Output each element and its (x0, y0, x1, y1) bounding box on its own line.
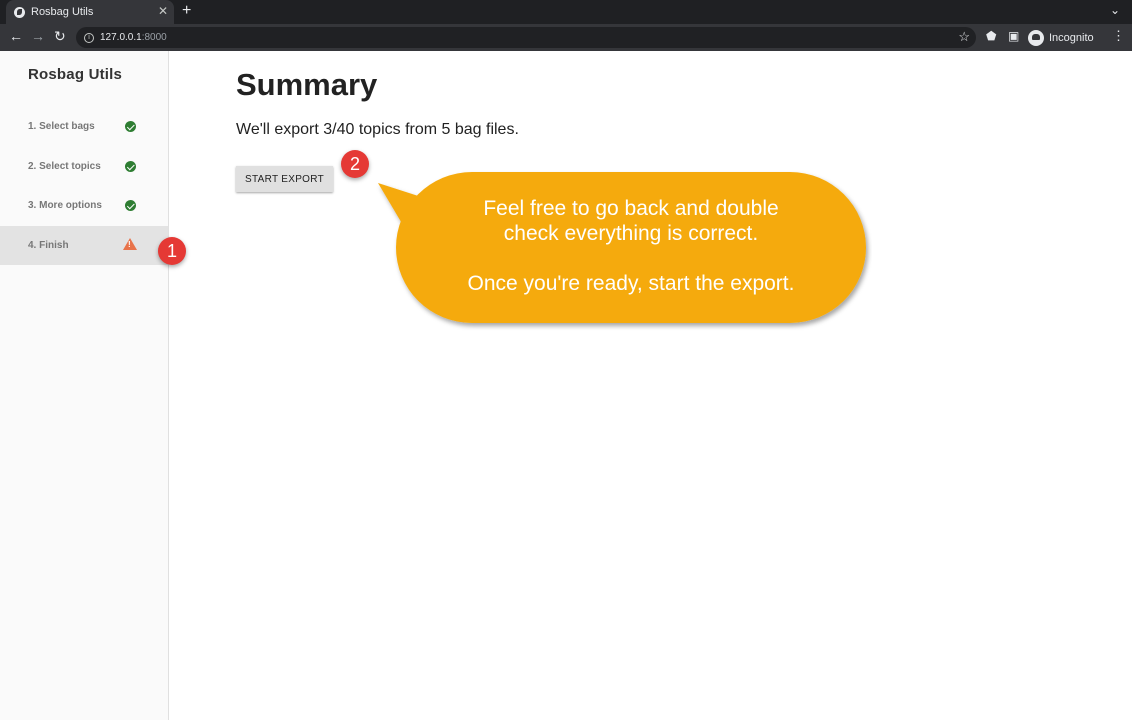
tab-search-icon[interactable]: ⌄ (1110, 3, 1120, 17)
url-port: :8000 (141, 32, 167, 43)
browser-toolbar: ← → ↻ i 127.0.0.1:8000 ☆ ⬟ ▣ Incognito ⋮ (0, 24, 1132, 51)
tab-close-icon[interactable]: ✕ (158, 4, 168, 18)
step-label: 2. Select topics (28, 161, 101, 172)
address-bar[interactable]: i 127.0.0.1:8000 ☆ (76, 27, 976, 48)
sidebar-step-more-options[interactable]: 3. More options (0, 186, 168, 225)
browser-tab[interactable]: Rosbag Utils ✕ (6, 0, 174, 24)
speech-bubble-text: Feel free to go back and double check ev… (398, 196, 864, 296)
sidebar-step-select-topics[interactable]: 2. Select topics (0, 147, 168, 186)
annotation-badge-2: 2 (341, 150, 369, 178)
reload-icon[interactable]: ↻ (54, 28, 66, 45)
incognito-profile[interactable]: Incognito (1028, 28, 1094, 47)
kebab-menu-icon[interactable]: ⋮ (1112, 28, 1125, 44)
new-tab-icon[interactable]: + (182, 2, 191, 20)
annotation-badge-1: 1 (158, 237, 186, 265)
bookmark-star-icon[interactable]: ☆ (958, 29, 970, 45)
back-icon[interactable]: ← (9, 28, 23, 44)
info-icon[interactable]: i (84, 32, 94, 43)
incognito-icon (1028, 29, 1044, 46)
side-panel-icon[interactable]: ▣ (1008, 29, 1019, 43)
extensions-icon[interactable]: ⬟ (986, 29, 996, 43)
step-label: 3. More options (28, 200, 102, 211)
step-label: 4. Finish (28, 240, 69, 251)
start-export-button[interactable]: START EXPORT (236, 166, 333, 192)
sidebar-step-select-bags[interactable]: 1. Select bags (0, 107, 168, 146)
bubble-line: Feel free to go back and double (483, 197, 779, 220)
profile-label: Incognito (1049, 31, 1094, 44)
forward-icon[interactable]: → (31, 28, 45, 44)
sidebar: Rosbag Utils 1. Select bags 2. Select to… (0, 51, 169, 720)
warning-icon (123, 238, 137, 250)
browser-tab-strip: Rosbag Utils ✕ + ⌄ (0, 0, 1132, 24)
tab-title: Rosbag Utils (31, 6, 94, 18)
bubble-line: Once you're ready, start the export. (467, 272, 795, 295)
check-icon (125, 200, 136, 211)
check-icon (125, 121, 136, 132)
bubble-line: check everything is correct. (503, 222, 759, 245)
sidebar-step-finish[interactable]: 4. Finish (0, 226, 168, 265)
export-summary: We'll export 3/40 topics from 5 bag file… (236, 121, 519, 138)
page-title: Summary (236, 67, 378, 102)
check-icon (125, 161, 136, 172)
app-brand: Rosbag Utils (28, 66, 123, 83)
step-label: 1. Select bags (28, 121, 95, 132)
url-host: 127.0.0.1 (100, 32, 142, 43)
globe-icon (14, 6, 25, 18)
